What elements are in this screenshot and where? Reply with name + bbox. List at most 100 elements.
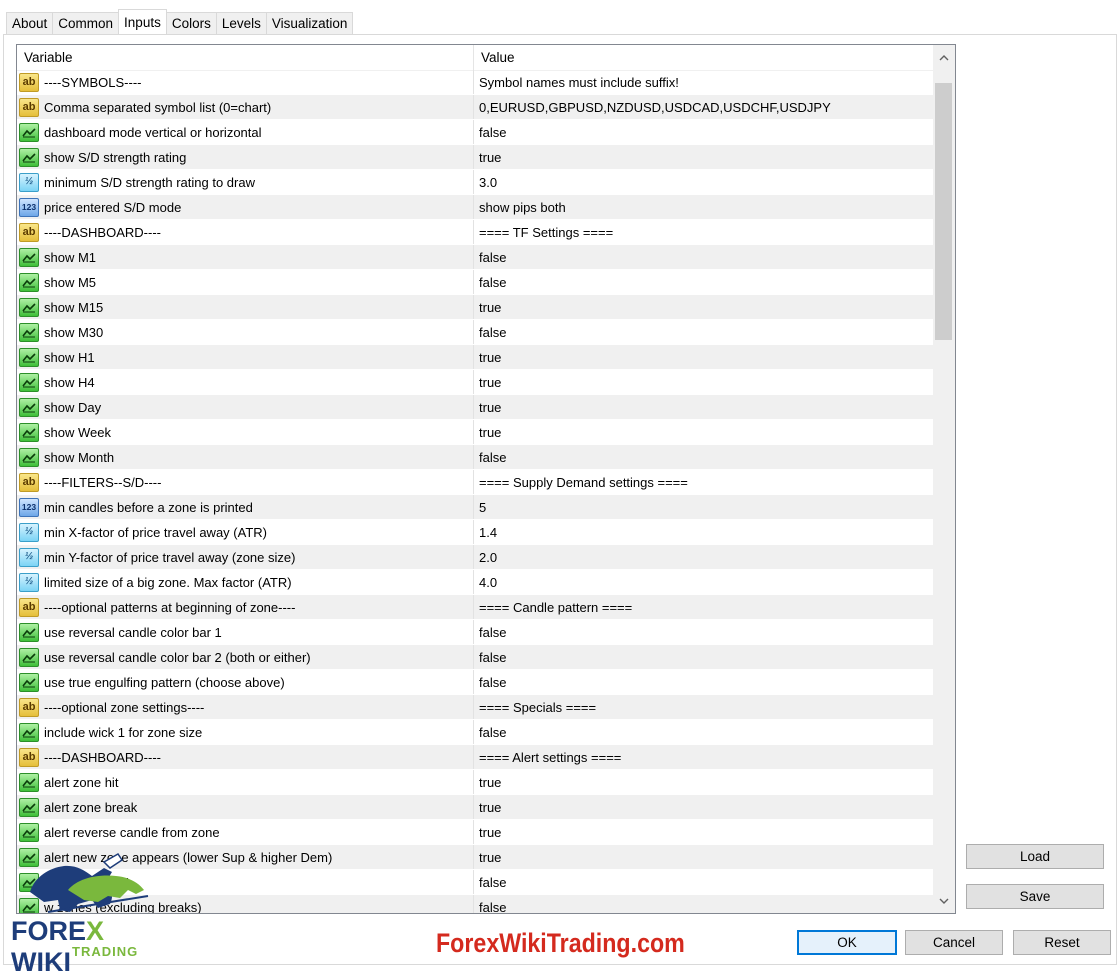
table-row[interactable]: show Day true xyxy=(17,395,933,420)
value-cell[interactable]: ==== Candle pattern ==== xyxy=(474,595,933,619)
variable-label: ----DASHBOARD---- xyxy=(44,749,161,765)
value-cell[interactable]: true xyxy=(474,770,933,794)
value-cell[interactable]: 0,EURUSD,GBPUSD,NZDUSD,USDCAD,USDCHF,USD… xyxy=(474,95,933,119)
table-row[interactable]: ab ----DASHBOARD---- ==== Alert settings =… xyxy=(17,745,933,770)
load-button[interactable]: Load xyxy=(966,844,1104,869)
double-type-icon: ½ xyxy=(19,522,39,542)
column-header-variable[interactable]: Variable xyxy=(17,45,474,70)
table-row[interactable]: ab ----DASHBOARD---- ==== TF Settings ==== xyxy=(17,220,933,245)
variable-cell: ½ minimum S/D strength rating to draw xyxy=(17,170,474,194)
table-row[interactable]: alert zone break true xyxy=(17,795,933,820)
value-cell[interactable]: ==== TF Settings ==== xyxy=(474,220,933,244)
tab-levels[interactable]: Levels xyxy=(215,12,267,34)
reset-button[interactable]: Reset xyxy=(1013,930,1111,955)
table-row[interactable]: use reversal candle color bar 1 false xyxy=(17,620,933,645)
table-row[interactable]: show H1 true xyxy=(17,345,933,370)
table-row[interactable]: ½ minimum S/D strength rating to draw 3.0 xyxy=(17,170,933,195)
table-row[interactable]: show M1 false xyxy=(17,245,933,270)
tab-visualization[interactable]: Visualization xyxy=(265,12,354,34)
value-cell[interactable]: false xyxy=(474,870,933,894)
table-row[interactable]: use reversal candle color bar 2 (both or… xyxy=(17,645,933,670)
table-row[interactable]: ab Comma separated symbol list (0=chart) 0… xyxy=(17,95,933,120)
value-cell[interactable]: 1.4 xyxy=(474,520,933,544)
bool-type-icon xyxy=(19,122,39,142)
table-row[interactable]: show Month false xyxy=(17,445,933,470)
value-cell[interactable]: false xyxy=(474,245,933,269)
table-row[interactable]: show M30 false xyxy=(17,320,933,345)
value-cell[interactable]: true xyxy=(474,795,933,819)
column-header-value[interactable]: Value xyxy=(474,45,933,70)
value-cell[interactable]: 5 xyxy=(474,495,933,519)
value-cell[interactable]: 4.0 xyxy=(474,570,933,594)
value-cell[interactable]: 2.0 xyxy=(474,545,933,569)
value-cell[interactable]: false xyxy=(474,670,933,694)
variable-cell: show Day xyxy=(17,395,474,419)
value-cell[interactable]: ==== Specials ==== xyxy=(474,695,933,719)
table-row[interactable]: show S/D strength rating true xyxy=(17,145,933,170)
value-cell[interactable]: true xyxy=(474,145,933,169)
variable-label: show M1 xyxy=(44,249,97,265)
value-cell[interactable]: true xyxy=(474,845,933,869)
value-cell[interactable]: true xyxy=(474,295,933,319)
value-cell[interactable]: true xyxy=(474,395,933,419)
value-cell[interactable]: false xyxy=(474,620,933,644)
table-row[interactable]: 123 min candles before a zone is printed 5 xyxy=(17,495,933,520)
table-row[interactable]: ab ----optional patterns at beginning of … xyxy=(17,595,933,620)
table-row[interactable]: show H4 true xyxy=(17,370,933,395)
table-row[interactable]: ½ limited size of a big zone. Max factor … xyxy=(17,570,933,595)
tab-inputs[interactable]: Inputs xyxy=(118,9,167,34)
value-cell[interactable]: false xyxy=(474,270,933,294)
scroll-up-arrow-icon[interactable] xyxy=(933,45,955,69)
variable-label: alert reverse candle from zone xyxy=(44,824,220,840)
scrollbar-thumb[interactable] xyxy=(935,83,952,340)
variable-cell: show S/D strength rating xyxy=(17,145,474,169)
value-cell[interactable]: true xyxy=(474,345,933,369)
value-cell[interactable]: 3.0 xyxy=(474,170,933,194)
value-cell[interactable]: true xyxy=(474,370,933,394)
table-row[interactable]: alert zone hit true xyxy=(17,770,933,795)
value-cell[interactable]: false xyxy=(474,120,933,144)
variable-label: show S/D strength rating xyxy=(44,149,187,165)
value-cell[interactable]: false xyxy=(474,320,933,344)
scroll-down-arrow-icon[interactable] xyxy=(933,889,955,913)
vertical-scrollbar[interactable] xyxy=(933,45,955,913)
ok-button[interactable]: OK xyxy=(797,930,897,955)
table-row[interactable]: ab ----SYMBOLS---- Symbol names must inclu… xyxy=(17,70,933,95)
value-cell[interactable]: true xyxy=(474,420,933,444)
table-row[interactable]: show Week true xyxy=(17,420,933,445)
value-cell[interactable]: true xyxy=(474,820,933,844)
variable-cell: use reversal candle color bar 2 (both or… xyxy=(17,645,474,669)
bool-type-icon xyxy=(19,822,39,842)
variable-label: include wick 1 for zone size xyxy=(44,724,203,740)
value-cell[interactable]: false xyxy=(474,645,933,669)
save-button[interactable]: Save xyxy=(966,884,1104,909)
value-cell[interactable]: ==== Alert settings ==== xyxy=(474,745,933,769)
variable-cell: 123 min candles before a zone is printed xyxy=(17,495,474,519)
value-cell[interactable]: false xyxy=(474,720,933,744)
value-cell[interactable]: Symbol names must include suffix! xyxy=(474,70,933,94)
value-cell[interactable]: false xyxy=(474,895,933,914)
table-row[interactable]: dashboard mode vertical or horizontal fal… xyxy=(17,120,933,145)
grid-header: Variable Value xyxy=(17,45,933,71)
table-row[interactable]: ab ----FILTERS--S/D---- ==== Supply Demand… xyxy=(17,470,933,495)
table-row[interactable]: include wick 1 for zone size false xyxy=(17,720,933,745)
variable-label: show M5 xyxy=(44,274,97,290)
table-row[interactable]: 123 price entered S/D mode show pips both xyxy=(17,195,933,220)
table-row[interactable]: use true engulfing pattern (choose above… xyxy=(17,670,933,695)
variable-cell: use reversal candle color bar 1 xyxy=(17,620,474,644)
variable-label: use reversal candle color bar 2 (both or… xyxy=(44,649,311,665)
value-cell[interactable]: show pips both xyxy=(474,195,933,219)
tab-about[interactable]: About xyxy=(6,12,54,34)
table-row[interactable]: ½ min Y-factor of price travel away (zone… xyxy=(17,545,933,570)
table-row[interactable]: show M15 true xyxy=(17,295,933,320)
table-row[interactable]: show M5 false xyxy=(17,270,933,295)
variable-cell: ½ limited size of a big zone. Max factor … xyxy=(17,570,474,594)
value-cell[interactable]: false xyxy=(474,445,933,469)
table-row[interactable]: ab ----optional zone settings---- ==== Spe… xyxy=(17,695,933,720)
tab-common[interactable]: Common xyxy=(52,12,120,34)
tab-colors[interactable]: Colors xyxy=(165,12,217,34)
table-row[interactable]: ½ min X-factor of price travel away (ATR)… xyxy=(17,520,933,545)
cancel-button[interactable]: Cancel xyxy=(905,930,1003,955)
value-cell[interactable]: ==== Supply Demand settings ==== xyxy=(474,470,933,494)
table-row[interactable]: alert reverse candle from zone true xyxy=(17,820,933,845)
